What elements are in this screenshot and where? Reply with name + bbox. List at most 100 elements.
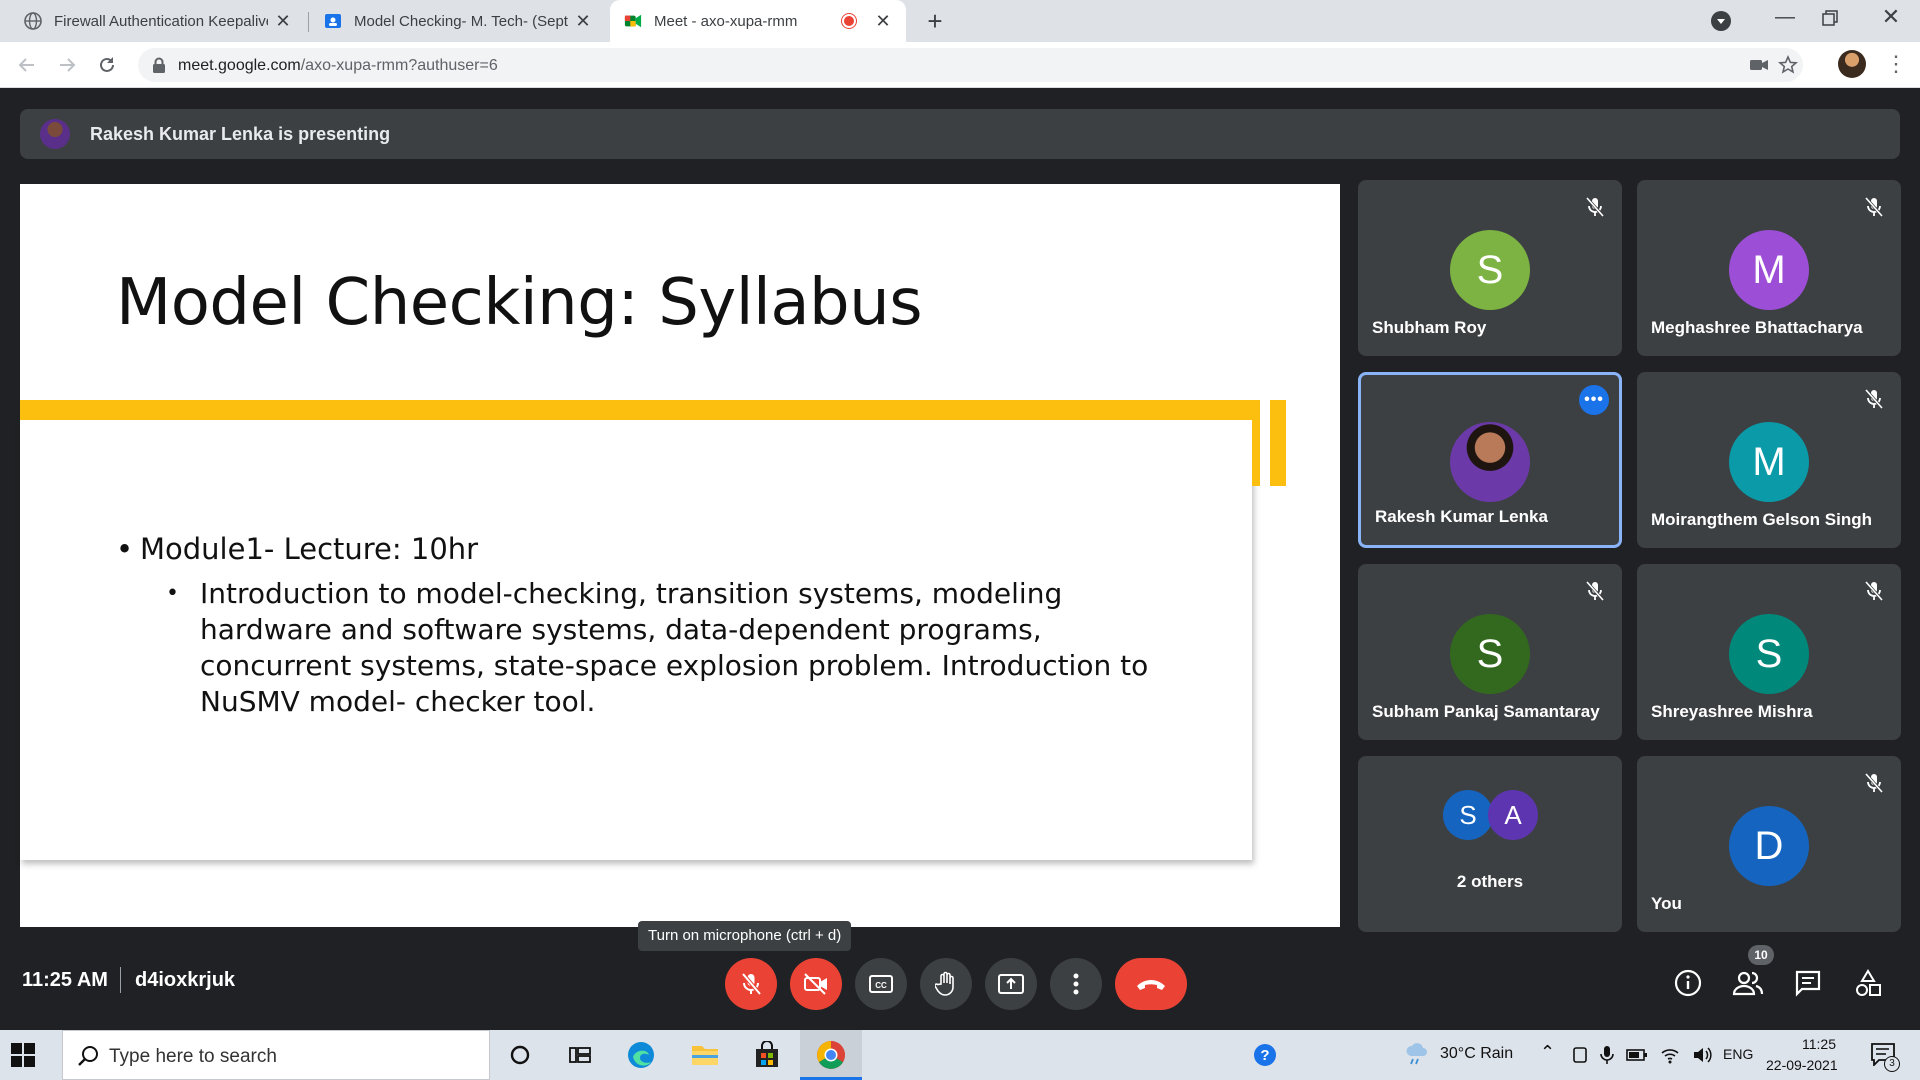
forward-button[interactable] <box>52 50 82 80</box>
mic-off-icon <box>1861 578 1887 604</box>
captions-button[interactable]: CC <box>855 958 907 1010</box>
new-tab-button[interactable]: + <box>922 8 948 34</box>
camera-button[interactable] <box>790 958 842 1010</box>
taskbar-chrome[interactable] <box>800 1030 862 1080</box>
people-button[interactable] <box>1730 965 1766 1001</box>
participant-name: You <box>1651 894 1682 913</box>
taskbar-clock-time[interactable]: 11:25 <box>1789 1036 1849 1052</box>
battery-icon[interactable] <box>1626 1048 1648 1062</box>
tab-meet[interactable]: Meet - axo-xupa-rmm ✕ <box>610 0 906 42</box>
more-options-button[interactable]: ••• <box>1579 385 1609 415</box>
windows-taskbar: Type here to search ? 30°C Rain ⌃ ENG 11… <box>0 1030 1920 1080</box>
hang-up-icon <box>1137 980 1165 990</box>
language-indicator[interactable]: ENG <box>1723 1046 1753 1062</box>
participant-tile-self[interactable]: D You <box>1637 756 1901 932</box>
svg-text:?: ? <box>1260 1047 1269 1064</box>
reload-button[interactable] <box>92 50 122 80</box>
edge-icon[interactable] <box>626 1040 656 1070</box>
mic-off-icon <box>1861 386 1887 412</box>
close-tab-icon[interactable]: ✕ <box>274 11 292 32</box>
task-view-icon[interactable] <box>565 1040 595 1070</box>
participant-tile[interactable]: S Shreyashree Mishra <box>1637 564 1901 740</box>
leave-call-button[interactable] <box>1115 958 1187 1010</box>
participant-tile[interactable]: S Subham Pankaj Samantaray <box>1358 564 1622 740</box>
taskbar-search-box[interactable]: Type here to search <box>62 1030 490 1080</box>
people-count-badge: 10 <box>1748 945 1774 965</box>
file-explorer-icon[interactable] <box>690 1040 720 1070</box>
participant-tile-presenter[interactable]: ••• Rakesh Kumar Lenka <box>1358 372 1622 548</box>
wifi-icon[interactable] <box>1660 1046 1680 1064</box>
others-tile[interactable]: S A 2 others <box>1358 756 1622 932</box>
search-icon <box>78 1046 98 1066</box>
others-count: 2 others <box>1456 872 1524 891</box>
slide-accent-bar <box>1252 400 1260 486</box>
slide-accent-bar <box>1270 400 1286 486</box>
mic-off-icon <box>1582 578 1608 604</box>
tab-search-button[interactable] <box>1711 11 1731 31</box>
meeting-code: d4ioxkrjuk <box>135 969 236 991</box>
presenter-photo <box>1450 422 1530 502</box>
presenter-avatar <box>40 119 70 149</box>
cortana-icon[interactable] <box>505 1040 535 1070</box>
avatar: S <box>1443 790 1493 840</box>
tab-divider <box>308 12 309 32</box>
people-icon <box>1732 971 1764 996</box>
browser-menu-button[interactable]: ⋮ <box>1885 50 1907 80</box>
bullet-dot: • <box>166 581 179 606</box>
participant-name: Meghashree Bhattacharya <box>1651 318 1863 337</box>
meeting-details-button[interactable] <box>1670 965 1706 1001</box>
participant-name: Shreyashree Mishra <box>1651 702 1813 721</box>
windows-start-icon[interactable] <box>10 1042 36 1068</box>
more-options-button[interactable] <box>1050 958 1102 1010</box>
tab-title: Firewall Authentication Keepalive <box>54 12 268 30</box>
profile-avatar[interactable] <box>1838 50 1866 78</box>
avatar: S <box>1450 230 1530 310</box>
reload-icon <box>100 57 114 72</box>
meet-window: Rakesh Kumar Lenka is presenting Model C… <box>0 88 1920 1030</box>
close-tab-icon[interactable]: ✕ <box>574 11 592 32</box>
raise-hand-button[interactable] <box>920 958 972 1010</box>
microphone-button[interactable] <box>725 958 777 1010</box>
svg-text:CC: CC <box>875 981 887 990</box>
url-host: meet.google.com <box>178 57 301 74</box>
present-screen-icon <box>998 974 1024 994</box>
participant-tile[interactable]: M Moirangthem Gelson Singh <box>1637 372 1901 548</box>
device-icon[interactable] <box>1572 1046 1588 1064</box>
restore-button[interactable] <box>1822 10 1838 26</box>
address-bar[interactable]: meet.google.com/axo-xupa-rmm?authuser=6 <box>138 48 1803 82</box>
participant-tile[interactable]: S Shubham Roy <box>1358 180 1622 356</box>
chevron-up-icon[interactable]: ⌃ <box>1540 1042 1555 1063</box>
participant-name: Shubham Roy <box>1372 318 1487 337</box>
tab-firewall[interactable]: Firewall Authentication Keepalive ✕ <box>10 0 306 42</box>
restore-icon <box>1822 10 1838 26</box>
avatar: M <box>1729 230 1809 310</box>
tab-model-checking[interactable]: Model Checking- M. Tech- (Sept- ✕ <box>310 0 606 42</box>
weather-rain-icon <box>1406 1043 1427 1065</box>
url-text: meet.google.com/axo-xupa-rmm?authuser=6 <box>178 57 498 75</box>
present-now-button[interactable] <box>985 958 1037 1010</box>
microphone-icon[interactable] <box>1600 1045 1614 1065</box>
bookmark-star-icon[interactable] <box>1778 55 1798 75</box>
volume-icon[interactable] <box>1692 1046 1712 1064</box>
taskbar-clock-date[interactable]: 22-09-2021 <box>1766 1057 1838 1073</box>
camera-blocked-icon[interactable] <box>1750 58 1768 72</box>
back-button[interactable] <box>12 50 42 80</box>
system-tray-icons <box>1572 1043 1722 1067</box>
weather-text[interactable]: 30°C Rain <box>1440 1045 1513 1063</box>
url-path: /axo-xupa-rmm?authuser=6 <box>300 57 498 74</box>
bullet-text: Module1- Lecture: 10hr <box>140 532 479 566</box>
minimize-button[interactable]: — <box>1770 6 1800 36</box>
activities-button[interactable] <box>1850 965 1886 1001</box>
close-window-button[interactable]: ✕ <box>1876 4 1906 34</box>
classroom-icon <box>324 12 342 30</box>
action-center-button[interactable]: 3 <box>1870 1042 1900 1072</box>
chat-button[interactable] <box>1790 965 1826 1001</box>
store-icon[interactable] <box>752 1040 782 1070</box>
help-icon[interactable]: ? <box>1250 1040 1280 1070</box>
avatar: D <box>1729 806 1809 886</box>
globe-icon <box>24 12 42 30</box>
tooltip: Turn on microphone (ctrl + d) <box>638 921 852 951</box>
close-tab-icon[interactable]: ✕ <box>874 11 892 32</box>
more-vertical-icon <box>1073 973 1079 995</box>
participant-tile[interactable]: M Meghashree Bhattacharya <box>1637 180 1901 356</box>
